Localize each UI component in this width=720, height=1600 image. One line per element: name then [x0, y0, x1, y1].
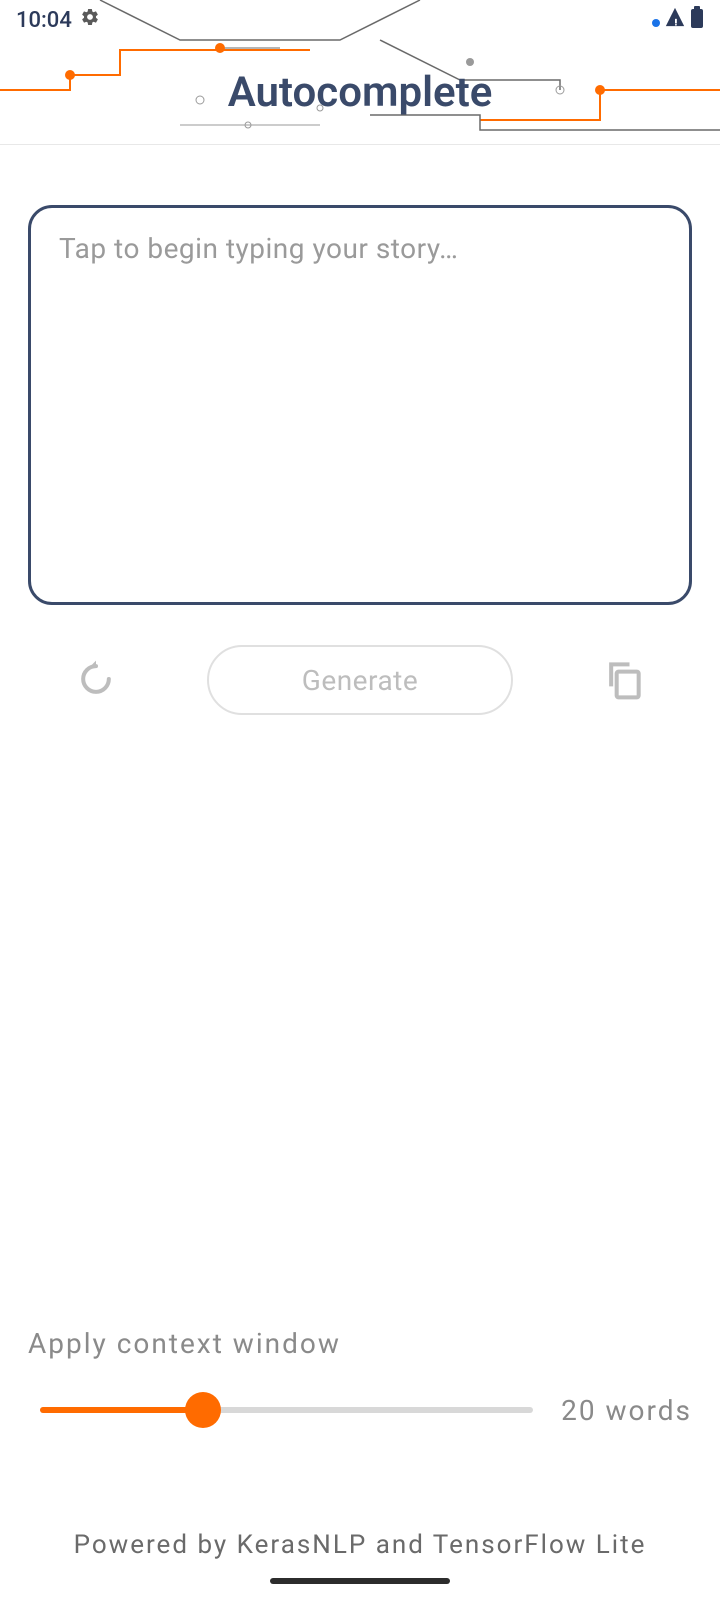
context-window-value: 20 words	[561, 1394, 692, 1427]
nav-bar-indicator	[270, 1578, 450, 1584]
status-bar: 10:04	[0, 0, 720, 40]
refresh-icon	[74, 657, 118, 704]
context-window-label: Apply context window	[28, 1327, 692, 1360]
slider-fill	[40, 1407, 203, 1413]
bottom-section: Apply context window 20 words Powered by…	[0, 1327, 720, 1600]
reset-button[interactable]	[68, 652, 124, 708]
status-left: 10:04	[16, 7, 100, 33]
slider-row: 20 words	[28, 1390, 692, 1430]
notification-dot-icon	[652, 8, 660, 33]
status-time: 10:04	[16, 8, 72, 33]
slider-thumb[interactable]	[185, 1392, 221, 1428]
signal-icon	[664, 6, 686, 34]
copy-icon	[602, 657, 646, 704]
action-row: Generate	[28, 609, 692, 715]
generate-button[interactable]: Generate	[207, 645, 513, 715]
story-input[interactable]	[28, 205, 692, 605]
status-right	[652, 6, 704, 34]
settings-gear-icon	[80, 7, 100, 33]
battery-icon	[690, 6, 704, 34]
context-window-slider[interactable]	[40, 1390, 533, 1430]
copy-button[interactable]	[596, 652, 652, 708]
footer-credits: Powered by KerasNLP and TensorFlow Lite	[28, 1530, 692, 1560]
main-content: Generate	[0, 145, 720, 715]
page-title: Autocomplete	[228, 68, 493, 117]
slider-track	[40, 1407, 533, 1413]
